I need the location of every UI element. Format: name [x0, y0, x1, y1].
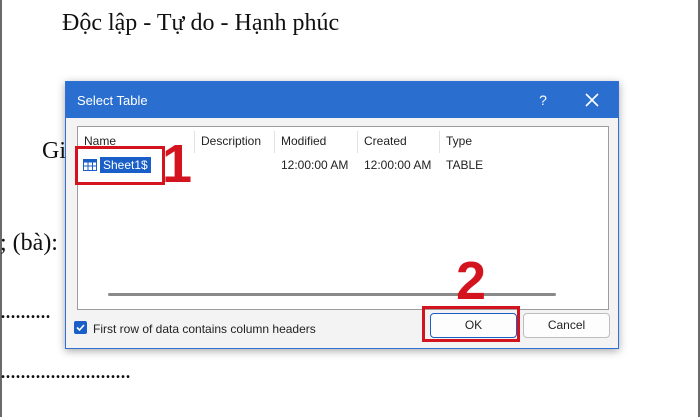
step-1-number: 1	[162, 134, 193, 194]
column-divider[interactable]	[357, 131, 358, 153]
column-header-modified[interactable]: Modified	[281, 134, 326, 148]
column-divider[interactable]	[194, 131, 195, 153]
column-header-created[interactable]: Created	[364, 134, 407, 148]
horizontal-scrollbar[interactable]	[108, 293, 556, 296]
document-text-fragment: Gi	[42, 138, 66, 164]
row-created: 12:00:00 AM	[364, 158, 432, 172]
column-divider[interactable]	[439, 131, 440, 153]
step-2-highlight-box	[422, 306, 520, 342]
page-border-left	[0, 0, 2, 417]
document-heading: Độc lập - Tự do - Hạnh phúc	[62, 10, 340, 36]
dialog-title: Select Table	[77, 93, 148, 108]
select-table-dialog: Select Table ? Name Description Modified…	[65, 81, 619, 349]
document-text-fragment: ; (bà):	[0, 230, 58, 256]
column-divider[interactable]	[274, 131, 275, 153]
column-header-description[interactable]: Description	[201, 134, 261, 148]
cancel-button[interactable]: Cancel	[523, 313, 610, 338]
dialog-titlebar[interactable]: Select Table ?	[66, 82, 618, 118]
checkmark-icon	[76, 324, 85, 332]
step-1-highlight-box	[75, 146, 165, 185]
header-row-checkbox-label[interactable]: First row of data contains column header…	[93, 322, 316, 336]
row-modified: 12:00:00 AM	[281, 158, 349, 172]
document-dotted-line: ..........................	[0, 358, 131, 384]
close-icon	[585, 93, 599, 107]
step-2-number: 2	[456, 251, 487, 311]
row-type: TABLE	[446, 158, 484, 172]
document-dotted-line: ..........	[0, 298, 51, 324]
column-header-type[interactable]: Type	[446, 134, 472, 148]
header-row-checkbox[interactable]	[74, 321, 87, 334]
help-button[interactable]: ?	[532, 90, 554, 110]
close-button[interactable]	[580, 88, 604, 112]
